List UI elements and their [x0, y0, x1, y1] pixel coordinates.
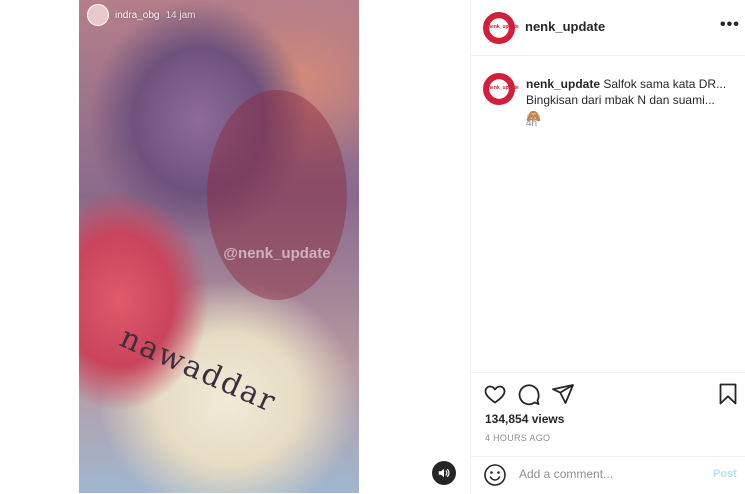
more-options-icon[interactable]: ••• — [720, 16, 740, 34]
caption-time: 4h — [526, 118, 538, 129]
avatar-label: nenk_update — [488, 24, 519, 30]
caption-text: nenk_update Salfok sama kata DR... Bingk… — [526, 76, 731, 124]
media-area: indra_obg 14 jam @nenk_update nawaddar — [0, 0, 470, 493]
save-button[interactable] — [716, 382, 740, 406]
watermark-text: @nenk_update — [223, 245, 331, 262]
bookmark-icon — [719, 383, 737, 405]
comment-button[interactable] — [517, 382, 541, 406]
caption-username[interactable]: nenk_update — [526, 77, 600, 91]
posted-time[interactable]: 4 HOURS AGO — [485, 433, 550, 443]
comment-input[interactable] — [517, 466, 701, 482]
like-button[interactable] — [483, 382, 507, 406]
share-icon — [552, 384, 574, 404]
story-video[interactable]: indra_obg 14 jam @nenk_update nawaddar — [79, 0, 359, 493]
actions-section: 134,854 views 4 HOURS AGO — [471, 372, 745, 443]
story-header: indra_obg 14 jam — [87, 4, 196, 26]
post-header: nenk_update nenk_update ••• — [471, 0, 745, 56]
view-count[interactable]: 134,854 views — [485, 412, 564, 426]
avatar-label: nenk_update — [488, 85, 519, 91]
caption-avatar[interactable]: nenk_update — [483, 73, 519, 105]
fruit-writing: nawaddar — [114, 320, 282, 421]
header-avatar[interactable]: nenk_update — [483, 12, 519, 44]
speaker-icon — [438, 468, 450, 478]
caption-line-2: Bingkisan dari mbak N dan suami... 🙈 — [526, 93, 715, 123]
story-avatar — [87, 4, 109, 26]
comment-icon — [518, 384, 540, 406]
story-time: 14 jam — [165, 9, 196, 21]
comment-bar: Post — [471, 456, 745, 494]
mute-button[interactable] — [432, 461, 456, 485]
post-button[interactable]: Post — [713, 468, 737, 480]
header-username[interactable]: nenk_update — [525, 19, 605, 34]
smiley-icon — [484, 464, 506, 486]
side-panel: nenk_update nenk_update ••• nenk_update … — [470, 0, 745, 493]
watermark: @nenk_update — [207, 90, 347, 300]
story-username: indra_obg — [115, 9, 160, 21]
caption-line-1: Salfok sama kata DR... — [603, 77, 727, 91]
emoji-button[interactable] — [483, 463, 507, 487]
share-button[interactable] — [551, 382, 575, 406]
heart-icon — [484, 385, 506, 404]
